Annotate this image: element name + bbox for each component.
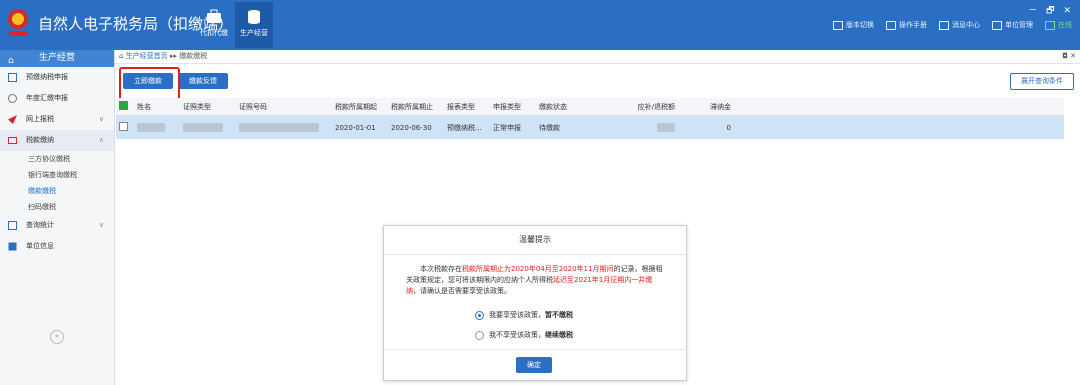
- breadcrumb-current: 缴款缴税: [179, 52, 208, 60]
- redacted-id-number: [239, 123, 319, 132]
- chart-icon: [8, 221, 17, 230]
- column-header[interactable]: 证照号码: [236, 98, 332, 116]
- form-icon: [8, 73, 17, 82]
- database-icon: [248, 10, 260, 24]
- breadcrumb-separator: ▸▸: [169, 52, 177, 60]
- radio-selected[interactable]: [475, 310, 484, 320]
- column-header[interactable]: 税款所属期止: [388, 98, 444, 116]
- redacted-id-type: [183, 123, 223, 132]
- unit-management-link[interactable]: 单位管理: [992, 20, 1033, 30]
- tax-emblem-logo: [8, 9, 28, 36]
- payment-table: 姓名 证照类型 证照号码 税款所属期起 税款所属期止 报表类型 申报类型 缴款状…: [116, 98, 1064, 139]
- sidebar-item-tax-payment[interactable]: 税款缴纳 ∧: [0, 130, 114, 151]
- sidebar-item-unit-info[interactable]: 单位信息: [0, 236, 114, 257]
- breadcrumb: ⌂ 生产经营首页 ▸▸ 缴款缴税 ◘ ✕: [115, 50, 1080, 64]
- collapse-sidebar-button[interactable]: «: [50, 330, 64, 344]
- sidebar-item-annual-declare[interactable]: 年度汇缴申报: [0, 88, 114, 109]
- manual-link[interactable]: 操作手册: [886, 20, 927, 30]
- column-header[interactable]: 应补/退税额: [602, 98, 678, 116]
- money-icon: [8, 137, 17, 144]
- briefcase-icon: [207, 9, 221, 23]
- module-business[interactable]: 生产经营: [235, 2, 273, 48]
- column-header[interactable]: 申报类型: [490, 98, 536, 116]
- column-header[interactable]: 滞纳金: [678, 98, 734, 116]
- sidebar-item-prepay-declare[interactable]: 预缴纳税申报: [0, 67, 114, 88]
- column-header[interactable]: 姓名: [134, 98, 180, 116]
- select-all-checkbox[interactable]: [119, 101, 128, 110]
- online-status-link[interactable]: 在线: [1045, 20, 1072, 30]
- chevron-up-icon: ∧: [98, 136, 104, 144]
- row-checkbox[interactable]: [119, 122, 128, 131]
- module-label: 代扣代缴: [200, 29, 228, 37]
- redacted-amount: [657, 123, 675, 132]
- sidebar: ⌂ 生产经营 预缴纳税申报 年度汇缴申报 网上报税 ∨ 税款缴纳 ∧ 三方协议缴…: [0, 50, 115, 385]
- window-controls[interactable]: － 🗗 ✕: [1028, 3, 1074, 19]
- confirm-button[interactable]: 确定: [516, 357, 552, 373]
- option-decline-policy[interactable]: 我不享受该政策，继续缴税: [475, 330, 573, 340]
- sidebar-item-online-filing[interactable]: 网上报税 ∨: [0, 109, 114, 130]
- highlight-annotation: [119, 67, 180, 101]
- expand-query-button[interactable]: 展开查询条件: [1010, 73, 1074, 90]
- period-start-cell: 2020-01-01: [332, 115, 388, 139]
- column-header[interactable]: 报表类型: [444, 98, 490, 116]
- sidebar-header: ⌂ 生产经营: [0, 50, 114, 67]
- sidebar-sub-item[interactable]: 扫码缴税: [0, 199, 114, 215]
- chevron-down-icon: ∨: [98, 221, 104, 229]
- column-header[interactable]: 缴款状态: [536, 98, 602, 116]
- building-icon: [8, 242, 17, 251]
- redacted-name: [137, 123, 165, 132]
- tab-controls[interactable]: ◘ ✕: [1062, 50, 1076, 63]
- radio-unselected[interactable]: [475, 330, 484, 340]
- sidebar-item-query-stats[interactable]: 查询统计 ∨: [0, 215, 114, 236]
- sidebar-sub-item[interactable]: 银行端查询缴税: [0, 167, 114, 183]
- late-fee-cell: 0: [678, 115, 734, 139]
- home-icon[interactable]: ⌂: [119, 52, 123, 60]
- version-switch-link[interactable]: 版本切换: [833, 20, 874, 30]
- dialog-message: 本次税款存在税款所属期止为2020年04月至2020年11月期间的记录，根据相关…: [406, 265, 663, 295]
- sidebar-sub-item-active[interactable]: 缴款缴税: [0, 183, 114, 199]
- message-center-link[interactable]: 消息中心: [939, 20, 980, 30]
- dialog-footer: 确定: [384, 349, 686, 380]
- clock-icon: [8, 94, 17, 103]
- send-icon: [8, 115, 17, 124]
- module-label: 生产经营: [240, 29, 268, 37]
- top-bar: 自然人电子税务局（扣缴端） 代扣代缴 生产经营 版本切换 操作手册 消息中心 单…: [0, 0, 1080, 50]
- table-header-row: 姓名 证照类型 证照号码 税款所属期起 税款所属期止 报表类型 申报类型 缴款状…: [116, 98, 1064, 116]
- payment-feedback-button[interactable]: 缴款反馈: [178, 73, 228, 89]
- report-type-cell: 预缴纳税...: [444, 115, 490, 139]
- declare-type-cell: 正常申报: [490, 115, 536, 139]
- column-header[interactable]: 税款所属期起: [332, 98, 388, 116]
- sidebar-sub-item[interactable]: 三方协议缴税: [0, 151, 114, 167]
- status-cell: 待缴款: [536, 115, 602, 139]
- module-withholding[interactable]: 代扣代缴: [195, 2, 233, 48]
- table-row[interactable]: 2020-01-01 2020-06-30 预缴纳税... 正常申报 待缴款 0: [116, 115, 1064, 139]
- breadcrumb-home-link[interactable]: 生产经营首页: [126, 52, 168, 60]
- chevron-down-icon: ∨: [98, 115, 104, 123]
- period-end-cell: 2020-06-30: [388, 115, 444, 139]
- option-enjoy-policy[interactable]: 我要享受该政策，暂不缴税: [475, 310, 573, 320]
- column-header[interactable]: 证照类型: [180, 98, 236, 116]
- top-right-menu: 版本切换 操作手册 消息中心 单位管理 在线: [833, 20, 1072, 30]
- highlight-period: 税款所属期止为2020年04月至2020年11月期间: [462, 265, 614, 273]
- reminder-dialog: 温馨提示 本次税款存在税款所属期止为2020年04月至2020年11月期间的记录…: [383, 225, 687, 381]
- dialog-title: 温馨提示: [384, 226, 686, 255]
